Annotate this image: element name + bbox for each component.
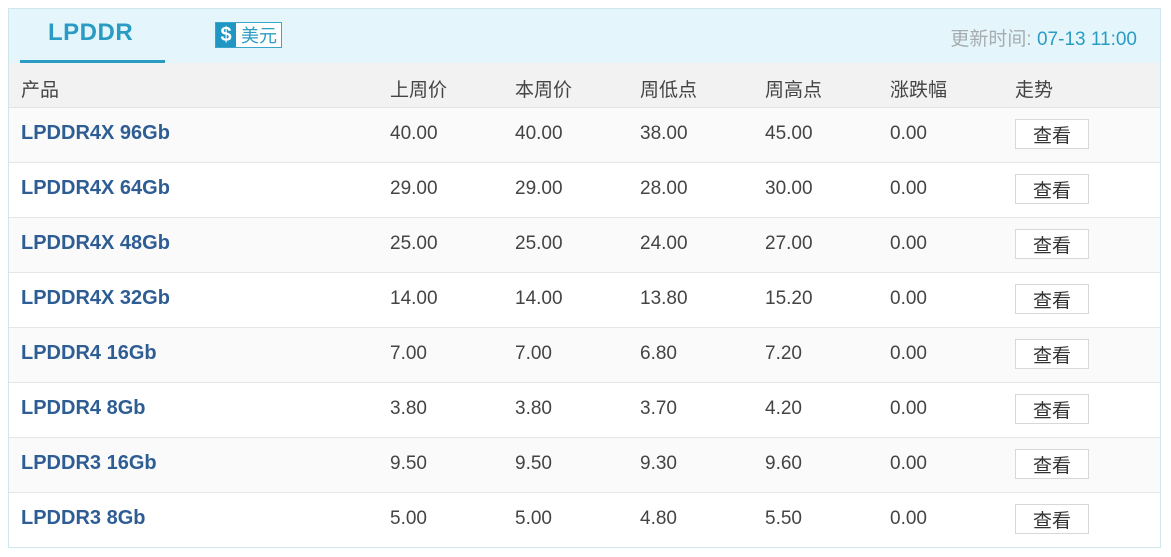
product-name-link[interactable]: LPDDR3 8Gb (21, 507, 145, 530)
table-row: LPDDR4X 96Gb 40.00 40.00 38.00 45.00 0.00 查看 (9, 108, 1160, 163)
weekly-low: 4.80 (640, 508, 677, 529)
price-change: 0.00 (890, 453, 927, 474)
product-name-link[interactable]: LPDDR3 16Gb (21, 452, 157, 475)
last-week-price: 29.00 (390, 178, 438, 199)
weekly-high: 4.20 (765, 398, 802, 419)
this-week-price: 40.00 (515, 123, 563, 144)
column-header-last-week: 上周价 (390, 80, 448, 101)
price-change: 0.00 (890, 398, 927, 419)
tab-label: LPDDR (48, 19, 134, 46)
price-change: 0.00 (890, 233, 927, 254)
this-week-price: 9.50 (515, 453, 552, 474)
column-header-this-week: 本周价 (515, 80, 573, 101)
table-row: LPDDR4X 32Gb 14.00 14.00 13.80 15.20 0.00 查看 (9, 273, 1160, 328)
last-week-price: 5.00 (390, 508, 427, 529)
weekly-high: 5.50 (765, 508, 802, 529)
weekly-high: 15.20 (765, 288, 813, 309)
table-row: LPDDR4X 64Gb 29.00 29.00 28.00 30.00 0.00 查看 (9, 163, 1160, 218)
weekly-high: 45.00 (765, 123, 813, 144)
last-week-price: 7.00 (390, 343, 427, 364)
price-panel: LPDDR $ 美元 更新时间: 07-13 11:00 产品 上周价 本周价 … (8, 8, 1161, 548)
table-row: LPDDR4 16Gb 7.00 7.00 6.80 7.20 0.00 查看 (9, 328, 1160, 383)
weekly-high: 9.60 (765, 453, 802, 474)
product-name-link[interactable]: LPDDR4X 96Gb (21, 122, 170, 145)
last-week-price: 25.00 (390, 233, 438, 254)
product-name-link[interactable]: LPDDR4 16Gb (21, 342, 157, 365)
panel-header: LPDDR $ 美元 更新时间: 07-13 11:00 (9, 9, 1160, 63)
view-trend-button[interactable]: 查看 (1015, 174, 1089, 204)
weekly-high: 7.20 (765, 343, 802, 364)
product-name-link[interactable]: LPDDR4X 48Gb (21, 232, 170, 255)
weekly-low: 6.80 (640, 343, 677, 364)
currency-toggle[interactable]: $ 美元 (215, 22, 282, 48)
view-trend-button[interactable]: 查看 (1015, 394, 1089, 424)
this-week-price: 14.00 (515, 288, 563, 309)
last-week-price: 14.00 (390, 288, 438, 309)
view-trend-button[interactable]: 查看 (1015, 119, 1089, 149)
column-header-weekly-low: 周低点 (640, 80, 698, 101)
weekly-high: 30.00 (765, 178, 813, 199)
column-header-change: 涨跌幅 (890, 80, 948, 101)
weekly-low: 9.30 (640, 453, 677, 474)
dollar-icon: $ (216, 23, 236, 47)
table-row: LPDDR4X 48Gb 25.00 25.00 24.00 27.00 0.00 查看 (9, 218, 1160, 273)
price-change: 0.00 (890, 178, 927, 199)
view-trend-button[interactable]: 查看 (1015, 504, 1089, 534)
table-row: LPDDR3 16Gb 9.50 9.50 9.30 9.60 0.00 查看 (9, 438, 1160, 493)
this-week-price: 7.00 (515, 343, 552, 364)
table-row: LPDDR4 8Gb 3.80 3.80 3.70 4.20 0.00 查看 (9, 383, 1160, 438)
column-header-product: 产品 (21, 80, 60, 101)
column-header-weekly-high: 周高点 (765, 80, 823, 101)
last-week-price: 9.50 (390, 453, 427, 474)
tab-lpddr[interactable]: LPDDR (20, 9, 165, 63)
view-trend-button[interactable]: 查看 (1015, 284, 1089, 314)
view-trend-button[interactable]: 查看 (1015, 229, 1089, 259)
product-name-link[interactable]: LPDDR4X 64Gb (21, 177, 170, 200)
view-trend-button[interactable]: 查看 (1015, 449, 1089, 479)
price-change: 0.00 (890, 123, 927, 144)
this-week-price: 29.00 (515, 178, 563, 199)
update-time: 更新时间: 07-13 11:00 (950, 24, 1137, 51)
price-change: 0.00 (890, 343, 927, 364)
product-name-link[interactable]: LPDDR4X 32Gb (21, 287, 170, 310)
column-header-trend: 走势 (1015, 80, 1054, 101)
weekly-low: 13.80 (640, 288, 688, 309)
price-change: 0.00 (890, 508, 927, 529)
view-trend-button[interactable]: 查看 (1015, 339, 1089, 369)
this-week-price: 3.80 (515, 398, 552, 419)
weekly-high: 27.00 (765, 233, 813, 254)
this-week-price: 5.00 (515, 508, 552, 529)
currency-label: 美元 (241, 26, 277, 46)
weekly-low: 28.00 (640, 178, 688, 199)
update-time-label: 更新时间: (950, 29, 1032, 50)
this-week-price: 25.00 (515, 233, 563, 254)
product-name-link[interactable]: LPDDR4 8Gb (21, 397, 145, 420)
weekly-low: 38.00 (640, 123, 688, 144)
weekly-low: 3.70 (640, 398, 677, 419)
table-header: 产品 上周价 本周价 周低点 周高点 涨跌幅 走势 (9, 63, 1160, 108)
table-row: LPDDR3 8Gb 5.00 5.00 4.80 5.50 0.00 查看 (9, 493, 1160, 548)
table-body: LPDDR4X 96Gb 40.00 40.00 38.00 45.00 0.00 查看 LP… (9, 108, 1160, 548)
weekly-low: 24.00 (640, 233, 688, 254)
update-time-value: 07-13 11:00 (1036, 29, 1137, 50)
last-week-price: 40.00 (390, 123, 438, 144)
price-change: 0.00 (890, 288, 927, 309)
last-week-price: 3.80 (390, 398, 427, 419)
